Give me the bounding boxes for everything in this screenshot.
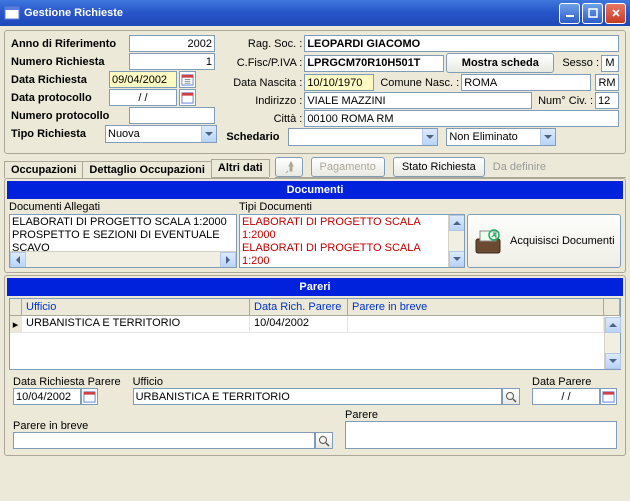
tab-occupazioni[interactable]: Occupazioni [4,161,83,178]
scanner-icon [472,225,504,257]
chevron-down-icon [201,126,216,142]
calendar-icon[interactable] [179,89,196,106]
window-title: Gestione Richieste [24,7,559,19]
datar-label: Data Richiesta [11,74,107,86]
search-button[interactable] [315,432,333,449]
list-item[interactable]: ELABORATI DI PROGETTO SCALA 1:200 [242,242,446,268]
data-richiesta-input[interactable]: 09/04/2002 [109,71,177,88]
scroll-left-icon[interactable] [10,252,26,268]
prov-input[interactable]: RM [595,74,619,91]
scroll-down-icon[interactable] [605,353,621,369]
parere-textarea[interactable] [345,421,617,449]
scrollbar[interactable] [604,317,620,369]
col-ufficio[interactable]: Ufficio [22,299,250,315]
doc-allegati-list[interactable]: ELABORATI DI PROGETTO SCALA 1:2000 PROSP… [9,214,237,268]
acquisisci-documenti-button[interactable]: Acquisisci Documenti [467,214,621,268]
dn-label: Data Nascita : [226,77,302,89]
citta-label: Città : [226,113,302,125]
tab-dettaglio[interactable]: Dettaglio Occupazioni [82,161,212,178]
calendar-icon[interactable] [600,388,617,405]
sesso-label: Sesso : [562,57,599,69]
cf-label: C.Fisc/P.IVA : [226,57,302,69]
scroll-up-icon[interactable] [449,215,465,231]
tipi-doc-label: Tipi Documenti [239,201,465,213]
rag-label: Rag. Soc. : [226,38,302,50]
num-input[interactable]: 1 [129,53,215,70]
indirizzo-input[interactable]: VIALE MAZZINI [304,92,532,109]
nump-label: Numero protocollo [11,110,127,122]
non-eliminato-select[interactable]: Non Eliminato [446,128,556,146]
anno-input[interactable]: 2002 [129,35,215,52]
ufficio-input[interactable]: URBANISTICA E TERRITORIO [133,388,502,405]
drp-label: Data Richiesta Parere [13,376,121,388]
cn-label: Comune Nasc. : [380,77,459,89]
num-protocollo-input[interactable] [129,107,215,124]
scrollbar[interactable] [448,215,464,267]
sched-label: Schedario [226,131,286,143]
app-icon [4,5,20,21]
schedario-select[interactable] [288,128,438,146]
pareri-header: Pareri [7,278,623,296]
breve-label: Parere in breve [13,420,333,432]
par-label: Parere [345,409,617,421]
comune-nasc-input[interactable]: ROMA [461,74,591,91]
documenti-header: Documenti [7,181,623,199]
cf-input[interactable]: LPRGCM70R10H501T [304,55,444,72]
doc-allegati-label: Documenti Allegati [9,201,237,213]
stato-richiesta-button[interactable]: Stato Richiesta [393,157,485,177]
list-item[interactable]: ELABORATI DI PROGETTO SCALA 1:2000 [12,216,234,229]
civ-label: Num° Civ. : [538,95,593,107]
row-indicator-icon: ▸ [10,316,22,332]
num-label: Numero Richiesta [11,56,127,68]
parere-breve-input[interactable] [13,432,315,449]
maximize-button[interactable] [582,3,603,24]
chevron-down-icon [422,129,437,145]
titlebar[interactable]: Gestione Richieste [0,0,630,26]
scrollbar[interactable] [10,251,236,267]
dp-label: Data Parere [532,376,617,388]
data-rich-parere-input[interactable]: 10/04/2002 [13,388,81,405]
data-protocollo-input[interactable]: / / [109,89,177,106]
chevron-down-icon [540,129,555,145]
minimize-button[interactable] [559,3,580,24]
data-nascita-input[interactable]: 10/10/1970 [304,74,374,91]
list-item[interactable]: ELABORATI DI PROGETTO SCALA 1:2000 [242,216,446,242]
close-button[interactable] [605,3,626,24]
pagamento-button: Pagamento [311,157,385,177]
col-data-rich[interactable]: Data Rich. Parere [250,299,348,315]
stato-value: Da definire [493,161,546,173]
mostra-scheda-button[interactable]: Mostra scheda [446,53,554,73]
tipo-richiesta-select[interactable]: Nuova [105,125,217,143]
tipi-doc-list[interactable]: ELABORATI DI PROGETTO SCALA 1:2000 ELABO… [239,214,465,268]
ind-label: Indirizzo : [226,95,302,107]
scroll-down-icon[interactable] [449,251,465,267]
pareri-grid[interactable]: Ufficio Data Rich. Parere Parere in brev… [9,298,621,370]
grid-corner [10,299,22,315]
table-row[interactable]: ▸ URBANISTICA E TERRITORIO 10/04/2002 [10,316,620,333]
num-civ-input[interactable]: 12 [595,92,619,109]
col-parere-breve[interactable]: Parere in breve [348,299,604,315]
tipo-label: Tipo Richiesta [11,128,103,140]
citta-input[interactable]: 00100 ROMA RM [304,110,619,127]
calendar-icon[interactable] [179,71,196,88]
tab-altri-dati[interactable]: Altri dati [211,159,270,177]
scroll-right-icon[interactable] [220,252,236,268]
uff-label: Ufficio [133,376,520,388]
rag-soc-input[interactable]: LEOPARDI GIACOMO [304,35,619,52]
grid-corner [604,299,620,315]
sesso-input[interactable]: M [601,55,619,72]
run-button [275,157,303,177]
datap-label: Data protocollo [11,92,107,104]
data-parere-input[interactable]: / / [532,388,600,405]
calendar-icon[interactable] [81,388,98,405]
search-button[interactable] [502,388,520,405]
scroll-up-icon[interactable] [605,317,621,333]
anno-label: Anno di Riferimento [11,38,127,50]
